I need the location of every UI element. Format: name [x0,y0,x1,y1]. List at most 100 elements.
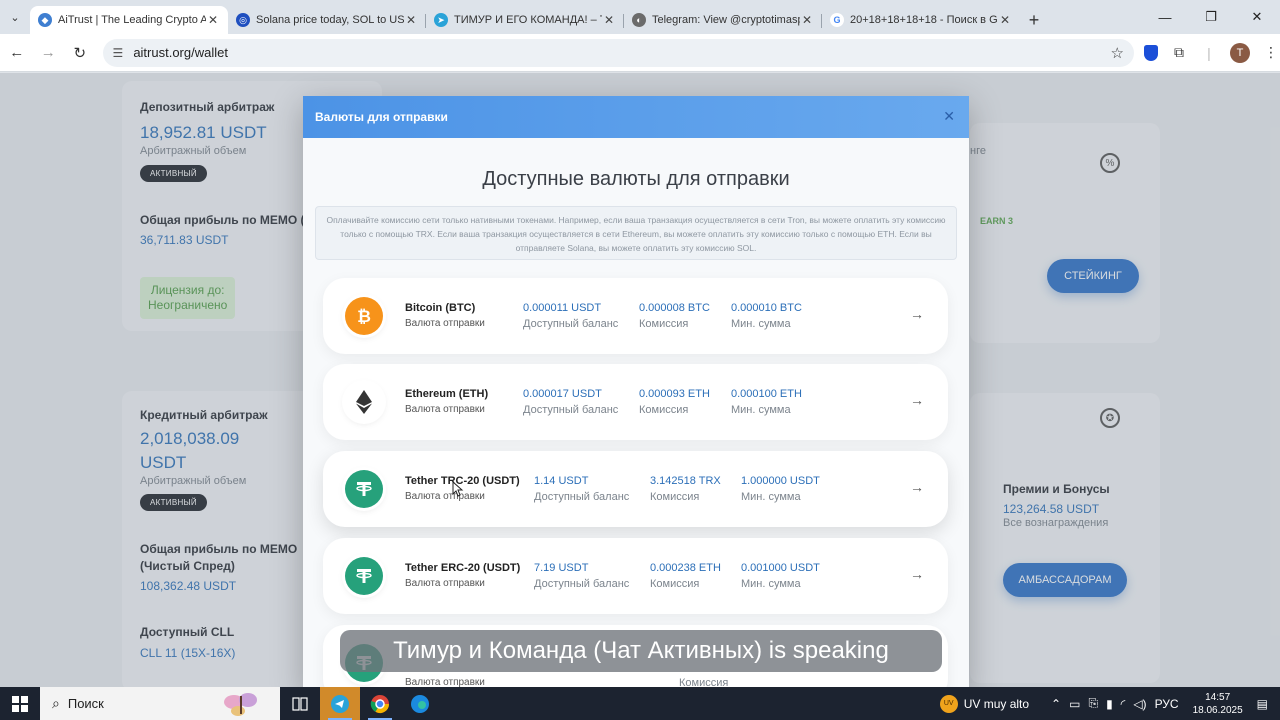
coin-min-label: Мин. сумма [741,578,801,590]
tab-title: Solana price today, SOL to USD [256,14,404,26]
coin-fee-label: Комиссия [639,318,689,330]
volume-icon[interactable]: ◁) [1133,697,1146,711]
taskbar-search-input[interactable]: ⌕ Поиск [40,687,280,720]
ethereum-icon [345,383,383,421]
windows-start-icon[interactable] [0,687,40,720]
coin-row-eth[interactable]: Ethereum (ETH) Валюта отправки 0.000017 … [323,364,948,440]
profile-avatar[interactable]: T [1230,42,1250,63]
coin-min-label: Мин. сумма [731,318,791,330]
tab-title: ТИМУР И ЕГО КОМАНДА! – Te [454,14,602,26]
reload-icon[interactable]: ↻ [65,38,95,68]
coin-row-usdt-erc20[interactable]: Tether ERC-20 (USDT) Валюта отправки 7.1… [323,538,948,614]
butterfly-decoration-icon [224,693,257,716]
tether-icon [345,470,383,508]
close-icon[interactable]: ✕ [998,13,1012,27]
close-icon[interactable]: ✕ [206,13,220,27]
new-tab-button[interactable]: + [1020,6,1048,34]
battery-icon[interactable]: ▮ [1106,697,1113,711]
coin-balance-label: Доступный баланс [534,491,630,503]
extension-shield-icon[interactable] [1144,44,1158,61]
tab-telegram-view[interactable]: ◐ Telegram: View @cryptotimasp ✕ [624,6,822,34]
tab-title: Telegram: View @cryptotimasp [652,14,800,26]
fee-notice: Оплачивайте комиссию сети только нативны… [315,206,957,260]
forward-arrow-icon[interactable]: → [34,38,64,68]
tab-title: 20+18+18+18+18 - Поиск в G [850,14,998,26]
language-indicator[interactable]: РУС [1155,697,1179,711]
send-currency-modal: Валюты для отправки ✕ Доступные валюты д… [303,96,969,692]
task-view-icon[interactable] [280,687,320,720]
coin-balance: 7.19 USDT [534,562,589,574]
modal-header-title: Валюты для отправки [315,110,448,124]
menu-dots-icon[interactable]: ⋮ [1262,44,1280,61]
close-icon[interactable]: ✕ [943,108,955,125]
bookmark-star-icon[interactable]: ☆ [1111,44,1124,62]
devices-icon[interactable]: ⎘ [1088,696,1098,711]
svg-text:₿: ₿ [357,307,371,327]
clock[interactable]: 14:57 18.06.2025 [1193,691,1243,717]
chrome-taskbar-icon[interactable] [360,687,400,720]
search-placeholder: Поиск [67,696,104,711]
tab-search-icon[interactable]: ⌄ [0,0,30,34]
coin-fee: 3.142518 TRX [650,475,721,487]
site-info-icon[interactable]: ☰ [113,46,124,60]
coin-balance-label: Доступный баланс [523,318,619,330]
coin-name: Tether ERC-20 (USDT) [405,562,521,574]
coin-name: Ethereum (ETH) [405,388,489,400]
tab-aitrust[interactable]: ◆ AiTrust | The Leading Crypto Ar ✕ [30,6,228,34]
coin-name: Bitcoin (BTC) [405,302,476,314]
tab-title: AiTrust | The Leading Crypto Ar [58,14,206,26]
arrow-right-icon[interactable]: → [910,566,924,582]
coin-fee: 0.000008 BTC [639,302,710,314]
system-tray: UV UV muy alto ⌃ ▭ ⎘ ▮ ◜ ◁) РУС 14:57 18… [939,687,1280,720]
extensions-puzzle-icon[interactable]: ⧉ [1170,44,1188,61]
divider-icon: | [1207,44,1211,61]
window-controls: — ❐ ✕ [1142,0,1280,34]
tab-telegram-group[interactable]: ➤ ТИМУР И ЕГО КОМАНДА! – Te ✕ [426,6,624,34]
chevron-up-icon[interactable]: ⌃ [1051,697,1061,711]
coin-min-label: Мин. сумма [731,404,791,416]
google-favicon-icon: G [830,13,844,27]
weather-uv-icon[interactable]: UV [939,694,958,713]
url-text: aitrust.org/wallet [133,45,228,60]
telegram-taskbar-icon[interactable] [320,687,360,720]
coinmarket-favicon-icon: ◎ [236,13,250,27]
telegram-favicon-icon: ➤ [434,13,448,27]
tab-google-search[interactable]: G 20+18+18+18+18 - Поиск в G ✕ [822,6,1020,34]
coin-min: 0.001000 USDT [741,562,820,574]
minimize-icon[interactable]: — [1142,0,1188,34]
tether-icon [345,557,383,595]
coin-balance: 1.14 USDT [534,475,589,487]
coin-fee-label: Комиссия [650,491,700,503]
weather-text[interactable]: UV muy alto [964,697,1029,711]
close-icon[interactable]: ✕ [602,13,616,27]
browser-tab-bar: ⌄ ◆ AiTrust | The Leading Crypto Ar ✕ ◎ … [0,0,1280,34]
meet-now-icon[interactable]: ▭ [1069,697,1080,711]
bitcoin-icon: ₿ [345,297,383,335]
coin-balance: 0.000017 USDT [523,388,602,400]
globe-favicon-icon: ◐ [632,13,646,27]
arrow-right-icon[interactable]: → [910,392,924,408]
tab-solana[interactable]: ◎ Solana price today, SOL to USD ✕ [228,6,426,34]
edge-taskbar-icon[interactable] [400,687,440,720]
coin-sub: Валюта отправки [405,318,485,329]
clock-time: 14:57 [1205,691,1231,703]
network-icon[interactable]: ◜ [1121,697,1126,711]
close-icon[interactable]: ✕ [800,13,814,27]
coin-balance: 0.000011 USDT [523,302,602,314]
modal-header: Валюты для отправки ✕ [303,96,969,138]
arrow-right-icon[interactable]: → [910,479,924,495]
speaking-indicator: Тимур и Команда (Чат Активных) is speaki… [340,630,942,672]
coin-row-btc[interactable]: ₿ Bitcoin (BTC) Валюта отправки 0.000011… [323,278,948,354]
close-icon[interactable]: ✕ [404,13,418,27]
address-bar[interactable]: ☰ aitrust.org/wallet ☆ [102,38,1134,67]
notifications-icon[interactable]: ▤ [1257,697,1268,711]
coin-sub: Валюта отправки [405,404,485,415]
arrow-right-icon[interactable]: → [910,306,924,322]
close-window-icon[interactable]: ✕ [1234,0,1280,34]
back-arrow-icon[interactable]: ← [2,38,32,68]
maximize-icon[interactable]: ❐ [1188,0,1234,34]
coin-fee: 0.000238 ETH [650,562,721,574]
coin-row-usdt-trc20[interactable]: Tether TRC-20 (USDT) Валюта отправки 1.1… [323,451,948,527]
aitrust-favicon-icon: ◆ [38,13,52,27]
browser-toolbar: ← → ↻ ☰ aitrust.org/wallet ☆ ⧉ | T ⋮ [0,34,1280,72]
